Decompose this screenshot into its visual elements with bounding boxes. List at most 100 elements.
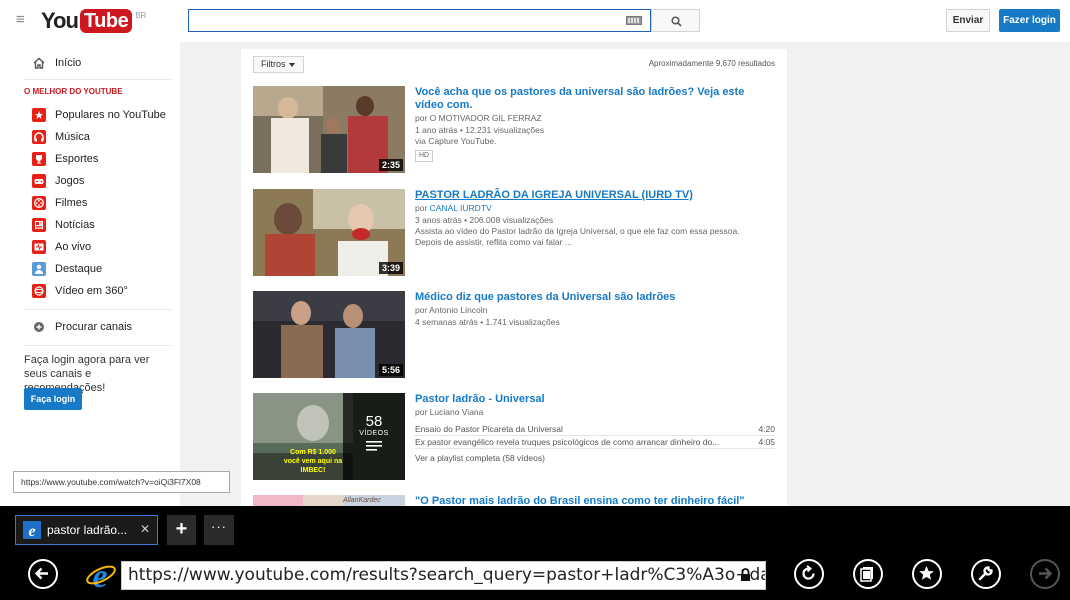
result-item: 2:35 Você acha que os pastores da univer… xyxy=(253,86,783,176)
tools-button[interactable] xyxy=(971,559,1001,589)
video-thumbnail[interactable]: 3:39 xyxy=(253,189,405,276)
video-channel-prefix: por xyxy=(415,203,430,213)
video-description: Assista ao vídeo do Pastor ladrão da Igr… xyxy=(415,226,740,236)
back-arrow-icon xyxy=(34,567,48,580)
guide-item-popular[interactable]: Populares no YouTube xyxy=(32,105,166,125)
close-tab-icon[interactable]: ✕ xyxy=(140,522,150,536)
browser-nav-bar: e https://www.youtube.com/results?search… xyxy=(0,554,1070,600)
favorites-button[interactable] xyxy=(912,559,942,589)
video-channel[interactable]: CANAL IURDTV xyxy=(430,203,492,213)
view-full-playlist-link[interactable]: Ver a playlist completa (58 vídeos) xyxy=(415,453,775,463)
guide-item-label: Música xyxy=(55,131,90,143)
video-thumbnail[interactable]: 2:35 xyxy=(253,86,405,173)
logo-you-text: You xyxy=(41,8,79,33)
search-icon xyxy=(671,16,682,27)
video-meta: Médico diz que pastores da Universal são… xyxy=(415,291,775,328)
guide-item-music[interactable]: Música xyxy=(32,127,90,147)
refresh-icon xyxy=(802,565,815,580)
video-title[interactable]: Médico diz que pastores da Universal são… xyxy=(415,291,775,304)
guide-item-movies[interactable]: Filmes xyxy=(32,193,87,213)
hd-badge: HD xyxy=(415,150,434,162)
logo-country-code: BR xyxy=(135,11,147,20)
video-duration: 3:39 xyxy=(378,262,403,274)
caret-down-icon xyxy=(288,62,295,67)
guide-item-label: Destaque xyxy=(55,263,103,275)
wrench-icon xyxy=(978,566,993,581)
playlist-thumbnail[interactable]: Com R$ 1.000 você vem aqui na IMBEC! 58 … xyxy=(253,393,405,480)
guide-item-label: Início xyxy=(55,57,82,69)
video-channel[interactable]: por O MOTIVADOR GIL FERRAZ xyxy=(415,113,775,124)
refresh-button[interactable] xyxy=(794,559,824,589)
signin-button[interactable]: Fazer login xyxy=(999,9,1060,32)
logo-tube-text: Tube xyxy=(79,9,133,33)
video-description: via Capture YouTube. xyxy=(415,136,497,146)
guide-item-label: Notícias xyxy=(55,219,95,231)
playlist-count-label: VÍDEOS xyxy=(359,430,389,437)
guide-item-gaming[interactable]: Jogos xyxy=(32,171,84,191)
guide-item-live[interactable]: Ao vivo xyxy=(32,237,91,257)
tabs-button[interactable] xyxy=(853,559,883,589)
home-icon xyxy=(32,56,46,70)
guide-item-360[interactable]: Vídeo em 360° xyxy=(32,281,128,301)
360-icon xyxy=(32,284,46,298)
guide-login-button[interactable]: Faça login xyxy=(24,388,82,410)
guide-item-news[interactable]: Notícias xyxy=(32,215,95,235)
video-title[interactable]: Você acha que os pastores da universal s… xyxy=(415,86,775,112)
new-tab-button[interactable]: + xyxy=(167,515,196,545)
playlist-video-row[interactable]: Ensaio do Pastor Picareta da Universal 4… xyxy=(415,423,775,436)
address-url: https://www.youtube.com/results?search_q… xyxy=(128,565,765,585)
video-channel[interactable]: por Antonio Lincoln xyxy=(415,305,775,316)
headphones-icon xyxy=(32,130,46,144)
guide-item-spotlight[interactable]: Destaque xyxy=(32,259,102,279)
browser-tab[interactable]: e pastor ladrão... ✕ xyxy=(15,515,158,545)
guide-item-browse-channels[interactable]: Procurar canais xyxy=(32,317,132,337)
guide-divider xyxy=(24,79,172,80)
tabs-icon xyxy=(860,567,873,582)
back-button[interactable] xyxy=(28,559,58,589)
guide-item-label: Procurar canais xyxy=(55,321,133,333)
video-title[interactable]: PASTOR LADRÃO DA IGREJA UNIVERSAL (IURD … xyxy=(415,189,775,202)
thumb-caption: AllanKardec xyxy=(343,497,381,504)
address-bar[interactable]: https://www.youtube.com/results?search_q… xyxy=(121,561,766,590)
filters-button[interactable]: Filtros xyxy=(253,56,304,73)
guide-section-title: O MELHOR DO YOUTUBE xyxy=(24,87,123,96)
playlist-video-row[interactable]: Ex pastor evangélico revela truques psic… xyxy=(415,436,775,449)
tab-options-button[interactable]: ··· xyxy=(204,515,234,545)
forward-button[interactable] xyxy=(1030,559,1060,589)
trophy-icon xyxy=(32,152,46,166)
plus-circle-icon xyxy=(32,320,46,334)
svg-text:e: e xyxy=(92,559,107,591)
video-stats: 4 semanas atrás • 1.741 visualizações xyxy=(415,317,560,327)
search-button[interactable] xyxy=(651,9,700,32)
youtube-logo[interactable]: You Tube BR xyxy=(41,7,146,35)
video-meta: PASTOR LADRÃO DA IGREJA UNIVERSAL (IURD … xyxy=(415,189,775,248)
search-input[interactable] xyxy=(189,10,609,31)
playlist-channel[interactable]: por Luciano Viana xyxy=(415,407,775,418)
guide-item-sports[interactable]: Esportes xyxy=(32,149,98,169)
guide-divider xyxy=(24,345,172,346)
guide-item-label: Filmes xyxy=(55,197,88,209)
guide-item-label: Vídeo em 360° xyxy=(55,285,128,297)
masthead: ≡ You Tube BR Enviar Fazer login xyxy=(0,0,1070,42)
playlist-title[interactable]: Pastor ladrão - Universal xyxy=(415,393,775,406)
browser-tab-bar: e pastor ladrão... ✕ + ··· xyxy=(0,506,1070,554)
video-duration: 5:56 xyxy=(378,364,403,376)
search-box[interactable] xyxy=(188,9,651,32)
link-status-url: https://www.youtube.com/watch?v=oiQi3Fl7… xyxy=(13,471,230,493)
video-stats: 1 ano atrás • 12.231 visualizações xyxy=(415,125,545,135)
guide-divider xyxy=(24,309,172,310)
playlist-count: 58 xyxy=(365,413,383,430)
keyboard-icon[interactable] xyxy=(626,16,642,25)
guide-item-home[interactable]: Início xyxy=(32,53,81,73)
guide-item-label: Esportes xyxy=(55,153,99,165)
upload-button[interactable]: Enviar xyxy=(946,9,990,32)
guide-menu-icon[interactable]: ≡ xyxy=(16,12,32,28)
playlist-icon xyxy=(366,441,382,451)
guide-sidebar: Início O MELHOR DO YOUTUBE Populares no … xyxy=(0,42,180,512)
video-thumbnail[interactable]: 5:56 xyxy=(253,291,405,378)
gamepad-icon xyxy=(32,174,46,188)
result-item: 5:56 Médico diz que pastores da Universa… xyxy=(253,291,783,381)
lock-icon[interactable] xyxy=(740,568,751,582)
result-item: 3:39 PASTOR LADRÃO DA IGREJA UNIVERSAL (… xyxy=(253,189,783,279)
guide-item-label: Ao vivo xyxy=(55,241,92,253)
